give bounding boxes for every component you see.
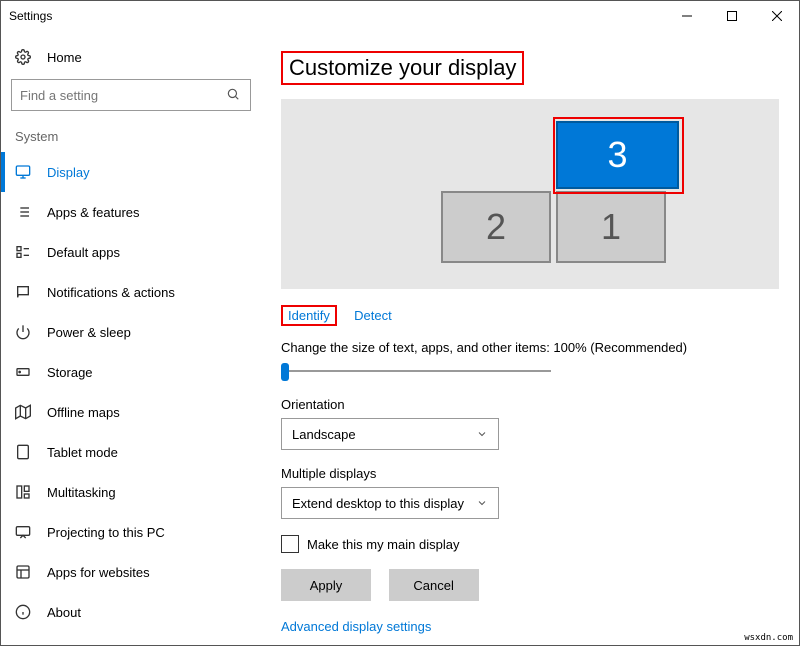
power-icon bbox=[15, 324, 33, 340]
nav-label: About bbox=[47, 605, 81, 620]
content-area: Home System Display Apps & features Defa… bbox=[1, 31, 799, 645]
multiple-value: Extend desktop to this display bbox=[292, 496, 464, 511]
group-label: System bbox=[1, 125, 261, 152]
tablet-icon bbox=[15, 444, 33, 460]
orientation-value: Landscape bbox=[292, 427, 356, 442]
window-title: Settings bbox=[9, 9, 52, 23]
page-title: Customize your display bbox=[289, 55, 516, 80]
nav-label: Projecting to this PC bbox=[47, 525, 165, 540]
titlebar: Settings bbox=[1, 1, 799, 31]
display-arrangement[interactable]: 2 1 3 bbox=[281, 99, 779, 289]
nav-default-apps[interactable]: Default apps bbox=[1, 232, 261, 272]
maximize-button[interactable] bbox=[709, 1, 754, 31]
highlight-identify: Identify bbox=[281, 305, 337, 326]
nav-label: Storage bbox=[47, 365, 93, 380]
gear-icon bbox=[15, 49, 33, 65]
nav-notifications[interactable]: Notifications & actions bbox=[1, 272, 261, 312]
nav-label: Default apps bbox=[47, 245, 120, 260]
nav-about[interactable]: About bbox=[1, 592, 261, 632]
main-display-checkbox-row[interactable]: Make this my main display bbox=[281, 535, 779, 553]
map-icon bbox=[15, 404, 33, 420]
identify-detect-row: Identify Detect bbox=[281, 305, 779, 326]
apply-button[interactable]: Apply bbox=[281, 569, 371, 601]
nav-storage[interactable]: Storage bbox=[1, 352, 261, 392]
chevron-down-icon bbox=[476, 428, 488, 440]
notification-icon bbox=[15, 284, 33, 300]
nav-label: Apps for websites bbox=[47, 565, 150, 580]
chevron-down-icon bbox=[476, 497, 488, 509]
cancel-button[interactable]: Cancel bbox=[389, 569, 479, 601]
nav-apps-features[interactable]: Apps & features bbox=[1, 192, 261, 232]
scale-label: Change the size of text, apps, and other… bbox=[281, 340, 779, 355]
close-button[interactable] bbox=[754, 1, 799, 31]
advanced-display-link[interactable]: Advanced display settings bbox=[281, 619, 763, 634]
nav-label: Notifications & actions bbox=[47, 285, 175, 300]
orientation-label: Orientation bbox=[281, 397, 779, 412]
nav-apps-websites[interactable]: Apps for websites bbox=[1, 552, 261, 592]
defaults-icon bbox=[15, 244, 33, 260]
settings-window: Settings Home System Display Ap bbox=[0, 0, 800, 646]
nav-offline-maps[interactable]: Offline maps bbox=[1, 392, 261, 432]
watermark: wsxdn.com bbox=[744, 633, 793, 643]
highlight-title: Customize your display bbox=[281, 51, 524, 85]
multiple-select[interactable]: Extend desktop to this display bbox=[281, 487, 499, 519]
nav-label: Apps & features bbox=[47, 205, 140, 220]
sidebar: Home System Display Apps & features Defa… bbox=[1, 31, 261, 645]
monitor-icon bbox=[15, 164, 33, 180]
search-box[interactable] bbox=[11, 79, 251, 111]
project-icon bbox=[15, 524, 33, 540]
orientation-section: Orientation Landscape bbox=[281, 397, 779, 450]
multitask-icon bbox=[15, 484, 33, 500]
checkbox-label: Make this my main display bbox=[307, 537, 459, 552]
scale-slider[interactable] bbox=[281, 361, 551, 381]
orientation-select[interactable]: Landscape bbox=[281, 418, 499, 450]
monitor-3[interactable]: 3 bbox=[556, 121, 679, 189]
nav-label: Multitasking bbox=[47, 485, 116, 500]
minimize-button[interactable] bbox=[664, 1, 709, 31]
home-nav[interactable]: Home bbox=[1, 41, 261, 73]
slider-thumb[interactable] bbox=[281, 363, 289, 381]
window-controls bbox=[664, 1, 799, 31]
list-icon bbox=[15, 204, 33, 220]
nav-label: Offline maps bbox=[47, 405, 120, 420]
nav-tablet-mode[interactable]: Tablet mode bbox=[1, 432, 261, 472]
multiple-displays-section: Multiple displays Extend desktop to this… bbox=[281, 466, 779, 519]
detect-link[interactable]: Detect bbox=[354, 308, 392, 323]
storage-icon bbox=[15, 364, 33, 380]
monitor-1[interactable]: 1 bbox=[556, 191, 666, 263]
info-icon bbox=[15, 604, 33, 620]
nav-label: Power & sleep bbox=[47, 325, 131, 340]
identify-link[interactable]: Identify bbox=[288, 308, 330, 323]
apps-web-icon bbox=[15, 564, 33, 580]
nav-multitasking[interactable]: Multitasking bbox=[1, 472, 261, 512]
slider-track-line bbox=[281, 370, 551, 372]
nav-label: Display bbox=[47, 165, 90, 180]
search-icon bbox=[226, 87, 242, 104]
search-input[interactable] bbox=[20, 88, 226, 103]
monitor-2[interactable]: 2 bbox=[441, 191, 551, 263]
home-label: Home bbox=[47, 50, 82, 65]
nav-projecting[interactable]: Projecting to this PC bbox=[1, 512, 261, 552]
multiple-label: Multiple displays bbox=[281, 466, 779, 481]
main-panel: Customize your display 2 1 3 Identify De… bbox=[261, 31, 799, 645]
checkbox[interactable] bbox=[281, 535, 299, 553]
nav-label: Tablet mode bbox=[47, 445, 118, 460]
nav-display[interactable]: Display bbox=[1, 152, 261, 192]
button-row: Apply Cancel bbox=[281, 569, 779, 601]
nav-power-sleep[interactable]: Power & sleep bbox=[1, 312, 261, 352]
